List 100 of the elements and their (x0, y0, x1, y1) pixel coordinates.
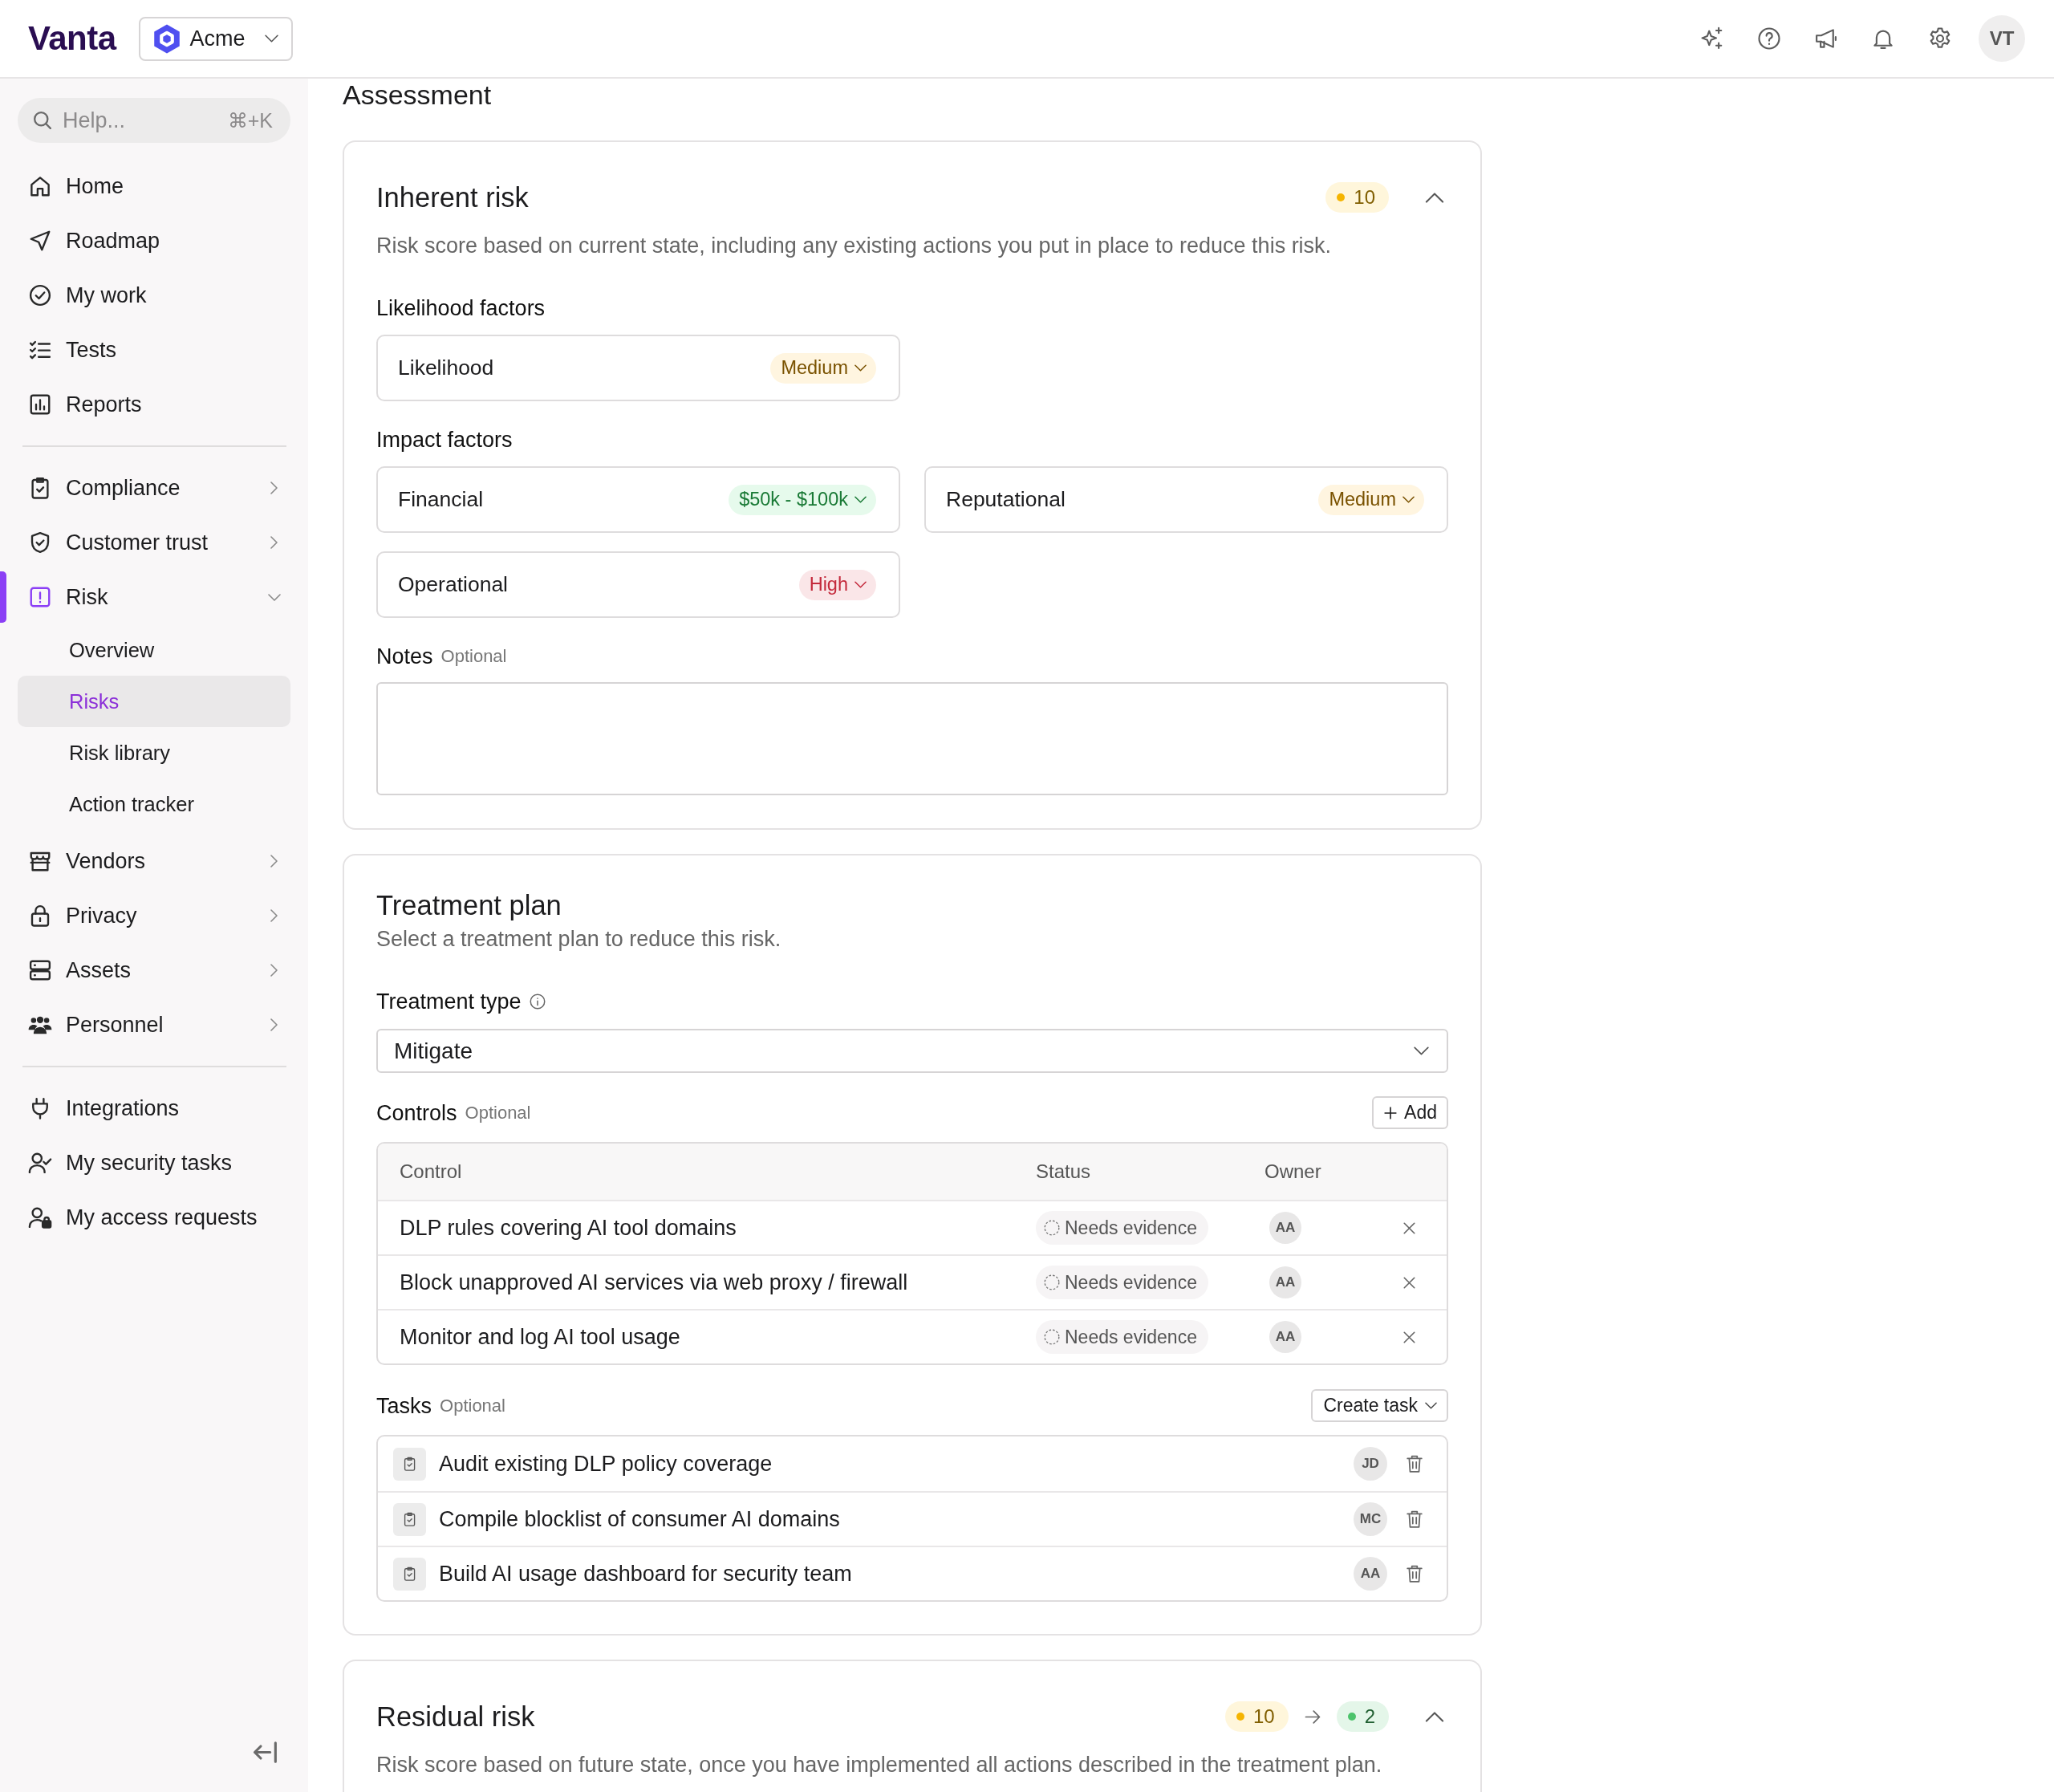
chevron-down-icon (1414, 1046, 1429, 1055)
nav-item[interactable]: Privacy (0, 888, 290, 943)
score-value: 10 (1252, 1705, 1275, 1728)
nav-item[interactable]: Tests (0, 323, 290, 377)
shortcut-hint: ⌘+K (227, 108, 273, 133)
optional-hint: Optional (440, 645, 507, 668)
factor-label: Financial (398, 487, 485, 512)
optional-hint: Optional (465, 1102, 531, 1124)
sparkles-icon[interactable] (1700, 26, 1724, 51)
column-header: Control (400, 1160, 463, 1183)
status-label: Needs evidence (1065, 1326, 1197, 1348)
user-avatar[interactable]: VT (1979, 15, 2025, 62)
plus-icon (1384, 1106, 1398, 1119)
clipboard-check-icon (393, 1447, 426, 1481)
card-title: Residual risk (376, 1701, 536, 1733)
chevron-down-icon (1425, 1402, 1437, 1409)
chevron-up-icon[interactable] (1425, 1711, 1444, 1722)
nav-item[interactable]: My access requests (0, 1190, 290, 1245)
rating-dropdown[interactable]: Medium (1318, 484, 1424, 515)
score-value: 10 (1354, 186, 1375, 209)
treatment-type-select[interactable]: Mitigate (376, 1029, 1448, 1073)
dashed-circle-icon (1044, 1274, 1060, 1290)
nav-item[interactable]: Personnel (0, 998, 290, 1052)
settings-icon[interactable] (1928, 26, 1952, 51)
field-label: Treatment type (376, 989, 522, 1015)
nav-item[interactable]: Integrations (0, 1081, 290, 1136)
workspace-switcher[interactable]: Acme (138, 16, 293, 61)
navigation-icon (28, 229, 52, 253)
column-header: Status (1036, 1160, 1092, 1183)
megaphone-icon[interactable] (1814, 26, 1838, 51)
rating-dropdown[interactable]: High (798, 569, 876, 600)
card-description: Select a treatment plan to reduce this risk. (376, 926, 782, 953)
user-check-icon (28, 1151, 52, 1175)
help-icon[interactable] (1757, 26, 1781, 51)
cross-icon[interactable] (1402, 1276, 1415, 1289)
nav-item[interactable]: Customer trust (0, 515, 290, 570)
rating-dropdown[interactable]: Medium (770, 352, 876, 384)
notes-field[interactable] (376, 682, 1448, 795)
nav-item[interactable]: Vendors (0, 834, 290, 888)
nav-subitem[interactable]: Overview (18, 624, 290, 676)
home-icon (28, 174, 52, 198)
column-header: Owner (1264, 1160, 1322, 1183)
table-cell-text: DLP rules covering AI tool domains (400, 1215, 737, 1241)
hexagon-logo-icon (152, 23, 181, 54)
logo[interactable]: Vanta (28, 19, 116, 58)
card-title: Inherent risk (376, 181, 530, 214)
section-label: Controls (376, 1099, 457, 1127)
assignee-avatar: MC (1354, 1502, 1387, 1536)
nav-item[interactable]: My work (0, 268, 290, 323)
chevron-down-icon (854, 581, 867, 588)
chevron-down-icon (854, 364, 867, 372)
assignee-avatar: AA (1354, 1557, 1387, 1591)
info-icon[interactable] (529, 994, 546, 1010)
nav-subitem[interactable]: Risk library (18, 727, 290, 778)
card-title: Treatment plan (376, 889, 562, 922)
table-cell-text: Monitor and log AI tool usage (400, 1324, 681, 1350)
nav-item[interactable]: Home (0, 159, 290, 213)
chevron-up-icon[interactable] (1425, 192, 1444, 203)
page-heading: Assessment (343, 79, 493, 111)
nav-item[interactable]: Risk (0, 570, 290, 624)
task-title[interactable]: Build AI usage dashboard for security team (439, 1561, 852, 1587)
nav-item[interactable]: My security tasks (0, 1136, 290, 1190)
trash-icon[interactable] (1407, 1455, 1423, 1473)
status-label: Needs evidence (1065, 1217, 1197, 1239)
trash-icon[interactable] (1407, 1565, 1423, 1583)
section-label: Impact factors (376, 427, 514, 453)
rating-dropdown[interactable]: $50k - $100k (729, 484, 876, 515)
optional-hint: Optional (440, 1395, 505, 1416)
factor-label: Operational (398, 572, 509, 597)
cross-icon[interactable] (1402, 1221, 1415, 1234)
nav-item[interactable]: Compliance (0, 461, 290, 515)
add-button[interactable]: Add (1372, 1096, 1448, 1129)
task-title[interactable]: Audit existing DLP policy coverage (439, 1451, 773, 1477)
owner-avatar: AA (1269, 1266, 1301, 1298)
create-task-button[interactable]: Create task (1311, 1389, 1448, 1422)
owner-avatar: AA (1269, 1212, 1301, 1244)
trash-icon[interactable] (1407, 1510, 1423, 1528)
nav-item[interactable]: Assets (0, 943, 290, 998)
score-value: 2 (1364, 1705, 1375, 1728)
chevron-down-icon (854, 496, 867, 503)
nav-item[interactable]: Reports (0, 377, 290, 432)
section-label: Tasks (376, 1392, 432, 1420)
clipboard-check-icon (393, 1502, 426, 1536)
status-label: Needs evidence (1065, 1271, 1197, 1294)
table-cell-text: Block unapproved AI services via web proxy / firewall (400, 1270, 909, 1295)
nav-subitem[interactable]: Risks (18, 676, 290, 727)
nav-item[interactable]: Roadmap (0, 213, 290, 268)
factor-label: Likelihood (398, 356, 495, 380)
server-icon (28, 958, 52, 982)
chevron-down-icon (264, 35, 278, 43)
clipboard-check-icon (393, 1557, 426, 1591)
section-label: Notes (376, 644, 433, 670)
task-title[interactable]: Compile blocklist of consumer AI domains (439, 1506, 840, 1532)
nav-subitem[interactable]: Action tracker (18, 778, 290, 830)
assignee-avatar: JD (1354, 1447, 1387, 1481)
cross-icon[interactable] (1402, 1331, 1415, 1343)
factor-label: Reputational (946, 487, 1066, 512)
collapse-sidebar-icon[interactable] (253, 1741, 277, 1763)
alert-square-icon (28, 585, 52, 609)
active-indicator (0, 571, 6, 623)
